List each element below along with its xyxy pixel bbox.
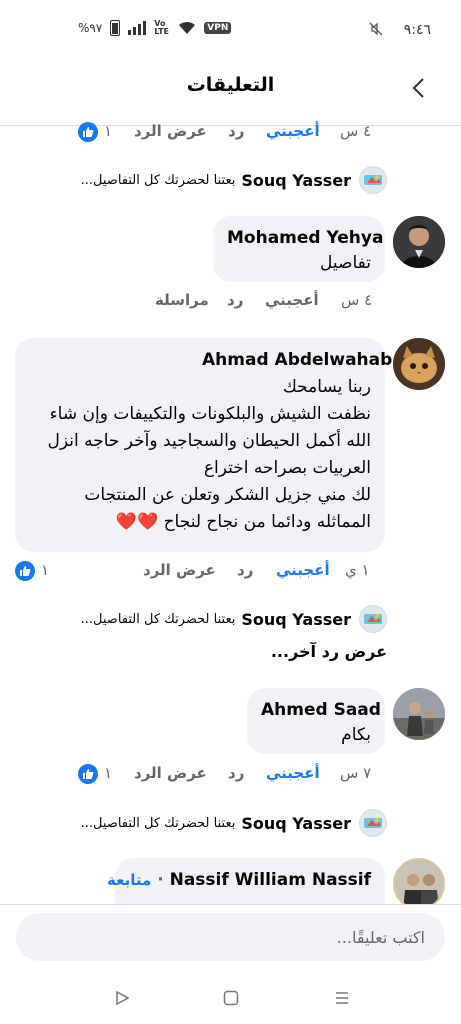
wifi-icon (179, 21, 196, 34)
like-link[interactable]: أعجبني (265, 291, 319, 309)
page-author-reply[interactable]: Souq Yasser بعتنا لحضرتك كل التفاصيل... (81, 165, 387, 195)
comment-line: لك مني جزيل الشكر وتعلن عن المنتجات (84, 485, 371, 505)
signal-icon (128, 21, 147, 35)
thumbs-up-icon (78, 764, 98, 784)
comment-author[interactable]: Ahmed Saad (247, 688, 385, 720)
like-count: ١ (41, 561, 50, 579)
reply-link[interactable]: رد (228, 122, 244, 140)
comment-text: تفاصيل (320, 253, 371, 273)
like-link[interactable]: أعجبني (266, 764, 320, 782)
like-count: ١ (104, 764, 113, 782)
avatar (359, 166, 387, 194)
avatar (359, 809, 387, 837)
reply-author-name: Souq Yasser (241, 813, 351, 833)
comment-line: الله أكمل الحيطان والسجاجيد وآخر حاجه ان… (47, 431, 371, 451)
avatar[interactable] (393, 338, 445, 390)
comment-author[interactable]: Mohamed Yehya (213, 216, 385, 248)
avatar[interactable] (393, 688, 445, 740)
back-button[interactable] (405, 74, 431, 102)
reply-preview: بعتنا لحضرتك كل التفاصيل... (80, 172, 236, 188)
comment-line: ربنا يسامحك (282, 377, 371, 397)
back-triangle-icon (116, 990, 130, 1006)
comment-author[interactable]: Ahmad Abdelwahab (15, 338, 392, 370)
heart-emoji: ❤️❤️ (115, 512, 159, 532)
thumbs-up-icon (15, 561, 35, 581)
comment-line: العربيات بصراحه اختراع (203, 458, 371, 478)
show-reply-link[interactable]: عرض الرد (134, 122, 207, 140)
status-bar: %٩٧ Vo LTE VPN ٩:٤٦ (0, 0, 461, 50)
avatar[interactable] (393, 858, 445, 910)
view-more-replies-link[interactable]: عرض رد آخر... (271, 642, 387, 661)
reply-author-name: Souq Yasser (241, 170, 351, 190)
show-reply-link[interactable]: عرض الرد (134, 764, 207, 782)
comment-bubble[interactable]: Ahmad Abdelwahab ربنا يسامحك نظفت الشيش … (15, 338, 392, 552)
comment-time: ٤ س (341, 291, 373, 309)
page-author-reply[interactable]: Souq Yasser بعتنا لحضرتك كل التفاصيل... (81, 808, 387, 838)
follow-link[interactable]: متابعة (107, 871, 151, 889)
reply-link[interactable]: رد (227, 291, 243, 309)
battery-percent: %٩٧ (78, 21, 103, 35)
menu-icon (336, 992, 348, 1004)
like-link[interactable]: أعجبني (276, 561, 330, 579)
comment-composer: اكتب تعليقًا... (0, 904, 461, 974)
comment-actions: ١ عرض الرد رد أعجبني ٤ س (78, 122, 378, 150)
comment-actions: مراسلة رد أعجبني ٤ س (155, 291, 385, 319)
comment-text: ربنا يسامحك نظفت الشيش والبلكونات والتكي… (15, 370, 385, 546)
mute-icon (369, 22, 383, 40)
system-nav-bar (0, 974, 461, 1024)
recents-nav-button[interactable] (327, 986, 357, 1010)
message-link[interactable]: مراسلة (155, 291, 209, 309)
status-time: ٩:٤٦ (403, 22, 431, 38)
comment-line: المماثله ودائما من نجاح لنجاح ❤️❤️ (29, 509, 371, 536)
comment-time: ٤ س (340, 122, 372, 140)
header: التعليقات (0, 50, 461, 126)
show-reply-link[interactable]: عرض الرد (143, 561, 216, 579)
reply-link[interactable]: رد (228, 764, 244, 782)
avatar[interactable] (393, 216, 445, 268)
reply-link[interactable]: رد (237, 561, 253, 579)
home-nav-button[interactable] (216, 986, 246, 1010)
comment-author[interactable]: Nassif William Nassif (170, 870, 371, 890)
comment-line-text: المماثله ودائما من نجاح لنجاح (163, 512, 371, 532)
reply-author-name: Souq Yasser (241, 609, 351, 629)
status-icons: %٩٧ Vo LTE VPN (78, 19, 232, 36)
page-author-reply[interactable]: Souq Yasser بعتنا لحضرتك كل التفاصيل... (81, 604, 387, 634)
comment-bubble[interactable]: Nassif William Nassif · متابعة (107, 858, 385, 904)
comment-bubble[interactable]: Mohamed Yehya تفاصيل (213, 216, 385, 282)
avatar (359, 605, 387, 633)
back-nav-button[interactable] (107, 986, 137, 1010)
comment-actions: ١ عرض الرد رد أعجبني ٧ س (78, 764, 378, 792)
comment-actions: ١ عرض الرد رد أعجبني ١ ي (15, 561, 385, 589)
volte-icon: Vo LTE (154, 19, 169, 36)
vpn-icon: VPN (204, 22, 232, 34)
page-title: التعليقات (186, 74, 275, 96)
home-square-icon (223, 990, 239, 1006)
thumbs-up-icon (78, 122, 98, 142)
dot-separator: · (151, 870, 164, 890)
reply-preview: بعتنا لحضرتك كل التفاصيل... (80, 815, 236, 831)
comment-text: بكام (341, 725, 371, 745)
comment-author-row: Nassif William Nassif · متابعة (107, 858, 385, 890)
comment-time: ١ ي (345, 561, 370, 579)
like-link[interactable]: أعجبني (266, 122, 320, 140)
reply-preview: بعتنا لحضرتك كل التفاصيل... (80, 611, 236, 627)
like-count: ١ (104, 122, 113, 140)
comment-time: ٧ س (340, 764, 372, 782)
comment-line: نظفت الشيش والبلكونات والتكييفات وإن شاء (49, 404, 371, 424)
comment-input[interactable]: اكتب تعليقًا... (16, 913, 445, 961)
comment-bubble[interactable]: Ahmed Saad بكام (247, 688, 385, 754)
battery-icon (110, 20, 121, 36)
chevron-right-icon (412, 78, 424, 98)
